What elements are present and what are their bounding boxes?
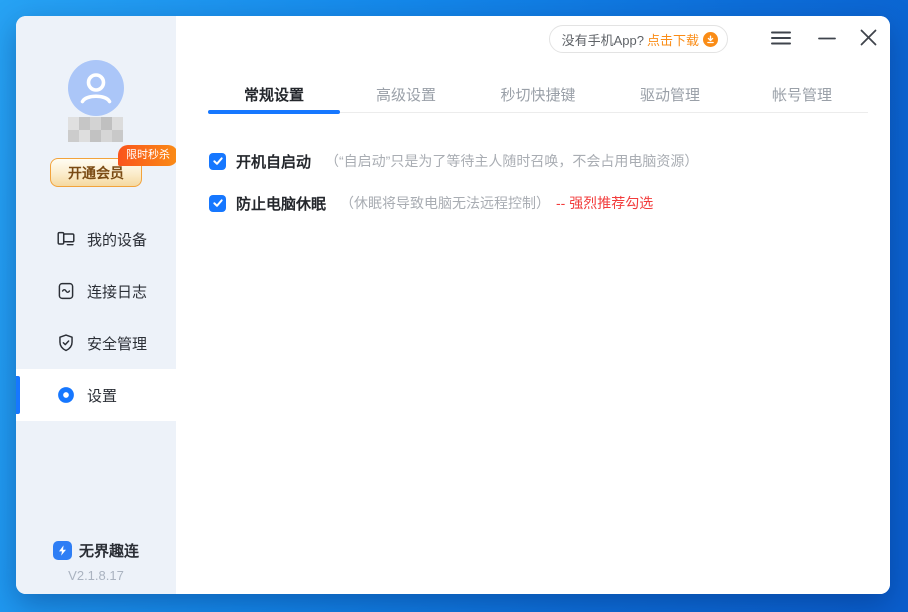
app-name: 无界趣连 bbox=[79, 540, 139, 561]
setting-label: 开机自启动 bbox=[236, 151, 311, 172]
avatar[interactable] bbox=[68, 60, 124, 116]
setting-label: 防止电脑休眠 bbox=[236, 193, 326, 214]
tab-account-management[interactable]: 帐号管理 bbox=[736, 80, 868, 112]
general-settings-list: 开机自启动 （“自启动”只是为了等待主人随时召唤，不会占用电脑资源） 防止电脑休… bbox=[209, 147, 704, 231]
tab-general-settings[interactable]: 常规设置 bbox=[208, 80, 340, 112]
menu-icon[interactable] bbox=[770, 28, 792, 47]
flash-sale-badge: 限时秒杀 bbox=[118, 145, 178, 166]
settings-tabs: 常规设置 高级设置 秒切快捷键 驱动管理 帐号管理 bbox=[208, 80, 868, 113]
sidebar-item-label: 我的设备 bbox=[87, 229, 147, 250]
desktop-background: 开通会员 限时秒杀 我的设备 bbox=[0, 0, 908, 612]
sidebar-item-label: 安全管理 bbox=[87, 333, 147, 354]
close-icon[interactable] bbox=[857, 28, 879, 47]
app-version: V2.1.8.17 bbox=[16, 568, 176, 583]
mobile-app-download-button[interactable]: 没有手机App? 点击下载 bbox=[549, 25, 728, 53]
main-panel: 没有手机App? 点击下载 bbox=[176, 16, 890, 594]
sidebar-footer: 无界趣连 V2.1.8.17 bbox=[16, 540, 176, 583]
setting-row-prevent-sleep: 防止电脑休眠 （休眠将导致电脑无法远程控制） -- 强烈推荐勾选 bbox=[209, 189, 704, 217]
app-window: 开通会员 限时秒杀 我的设备 bbox=[16, 16, 890, 594]
settings-dot-icon bbox=[55, 384, 77, 406]
minimize-icon[interactable] bbox=[816, 28, 838, 47]
sidebar-nav: 我的设备 连接日志 bbox=[16, 213, 176, 421]
sidebar: 开通会员 限时秒杀 我的设备 bbox=[16, 16, 176, 594]
sidebar-item-security[interactable]: 安全管理 bbox=[16, 317, 176, 369]
user-icon bbox=[68, 60, 124, 116]
tab-driver-management[interactable]: 驱动管理 bbox=[604, 80, 736, 112]
tab-advanced-settings[interactable]: 高级设置 bbox=[340, 80, 472, 112]
devices-icon bbox=[55, 228, 77, 250]
setting-warning: -- 强烈推荐勾选 bbox=[556, 193, 653, 213]
sidebar-item-settings[interactable]: 设置 bbox=[16, 369, 176, 421]
sidebar-item-label: 设置 bbox=[87, 385, 117, 406]
sidebar-item-my-devices[interactable]: 我的设备 bbox=[16, 213, 176, 265]
sidebar-item-connection-log[interactable]: 连接日志 bbox=[16, 265, 176, 317]
download-icon bbox=[703, 32, 718, 47]
tab-quick-switch-hotkeys[interactable]: 秒切快捷键 bbox=[472, 80, 604, 112]
security-shield-icon bbox=[55, 332, 77, 354]
connection-log-icon bbox=[55, 280, 77, 302]
setting-note: （“自启动”只是为了等待主人随时召唤，不会占用电脑资源） bbox=[325, 151, 698, 171]
autostart-checkbox[interactable] bbox=[209, 153, 226, 170]
prevent-sleep-checkbox[interactable] bbox=[209, 195, 226, 212]
app-logo-icon bbox=[53, 541, 72, 560]
sidebar-item-label: 连接日志 bbox=[87, 281, 147, 302]
download-action-text: 点击下载 bbox=[647, 30, 699, 49]
download-prompt-text: 没有手机App? bbox=[562, 30, 644, 49]
setting-note: （休眠将导致电脑无法远程控制） bbox=[340, 193, 550, 213]
setting-row-autostart: 开机自启动 （“自启动”只是为了等待主人随时召唤，不会占用电脑资源） bbox=[209, 147, 704, 175]
censored-username bbox=[68, 117, 123, 142]
